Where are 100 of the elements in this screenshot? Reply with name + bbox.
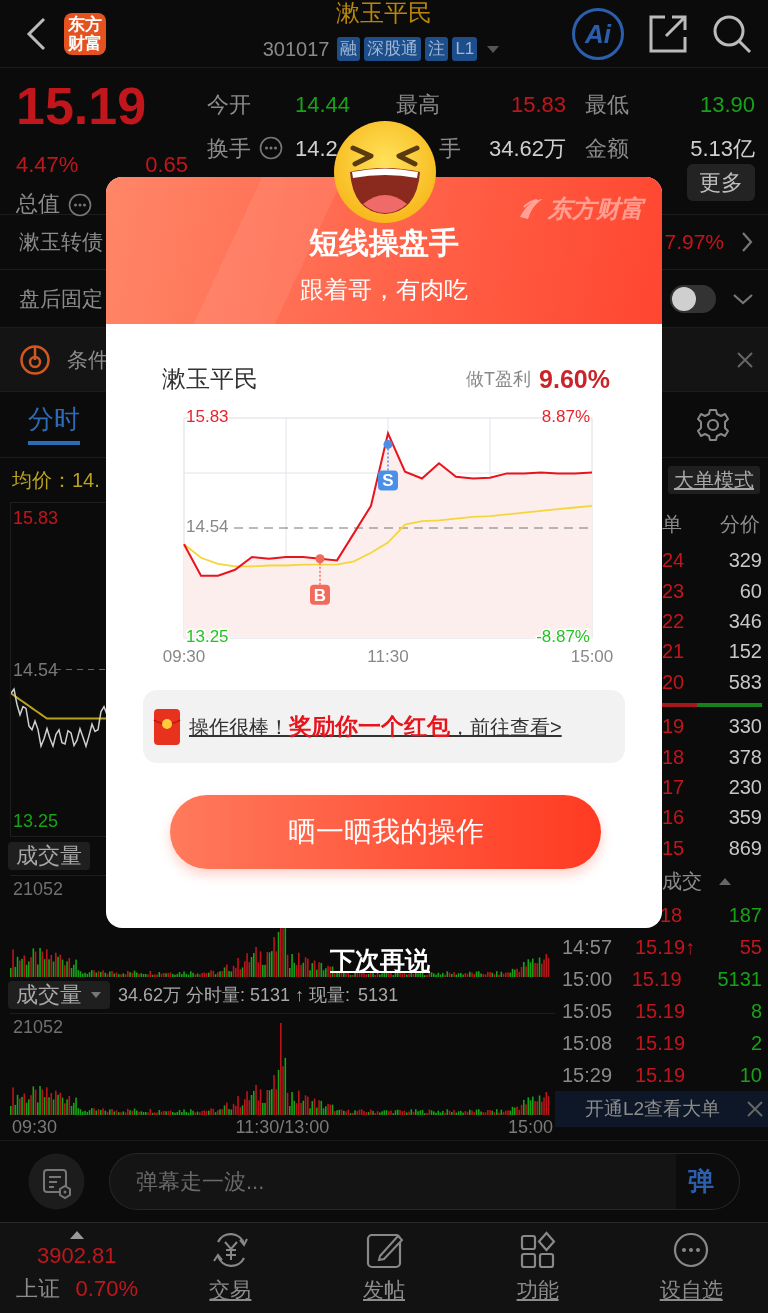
stat-label: 手 [438,134,461,163]
stock-code: 301017 [262,37,330,62]
stat-value: 15.83 [510,90,566,119]
row-label: 条件 [67,346,109,373]
order-volume: 152 [728,639,762,665]
close-icon[interactable] [736,350,754,369]
axis-label: 8.87% [541,408,590,427]
last-price: 15.19 [16,78,148,134]
order-volume: 60 [739,578,762,604]
nav-item[interactable]: 交易 [209,1274,252,1306]
index-change: 0.70% [75,1275,138,1303]
mode-button[interactable]: 大单模式 [668,466,760,494]
order-price: 23 [662,578,685,604]
order-volume: 583 [728,669,762,695]
stock-tag: 融 [337,37,361,61]
column-header: 成交 [662,868,702,894]
order-volume: 329 [728,548,762,574]
change-amount: 0.65 [145,151,188,179]
chevron-down-icon[interactable] [732,291,754,306]
more-button[interactable]: 更多 [687,164,755,201]
current-volume: 5131 [358,983,399,1007]
trade-marker [378,439,398,491]
order-price: 18 [662,744,685,770]
dismiss-link[interactable]: 下次再说 [330,942,430,980]
axis-label: 15.83 [13,507,59,529]
search-icon[interactable] [712,13,752,54]
stat-value: 5.13亿 [690,134,755,163]
order-volume: 330 [728,714,762,740]
stock-name: 漱玉平民 [162,364,258,394]
axis-label: 14.54 [13,658,59,681]
column-header: 分价 [720,511,760,537]
close-icon[interactable] [746,1099,764,1118]
index-value: 3902.81 [37,1242,117,1270]
row-label[interactable]: 盘后固定 [19,282,103,315]
order-price: 22 [662,608,685,634]
time-label: 09:30 [12,1116,58,1139]
indicator-dropdown[interactable]: 成交量 [8,981,110,1009]
stock-name: 漱玉平民 [335,0,433,26]
trade-time: 15:29 [562,1062,614,1088]
ellipsis-icon[interactable] [259,136,283,160]
trade-price: 15.19 [635,998,687,1024]
stat-value: 14.44 [295,90,351,119]
order-volume: 378 [728,744,762,770]
app-logo: 东方财富 [64,12,106,55]
order-volume: 230 [728,774,762,800]
axis-label: 13.25 [13,810,59,832]
trade-volume: 55 [739,934,762,960]
brand-name: 东方财富 [548,194,644,224]
volume-summary: 34.62万 分时量: 5131 ↑ 现量: [118,983,351,1007]
axis-label: -8.87% [536,627,590,647]
nav-item[interactable]: 功能 [516,1274,559,1306]
trade-marker [310,554,330,605]
dialog-title: 短线操盘手 [308,225,460,261]
share-button[interactable]: 晒一晒我的操作 [170,795,601,869]
axis-label: 15:00 [570,647,614,666]
stat-label: 金额 [585,134,629,163]
trade-time: 14:57 [562,934,614,960]
time-label: 15:00 [507,1116,553,1139]
axis-label: 14.54 [186,517,229,537]
row-label[interactable]: 漱玉转债 [19,226,103,258]
order-price: 20 [662,669,685,695]
danmaku-settings-icon[interactable] [28,1153,85,1210]
trade-volume: 8 [750,998,762,1024]
stock-tag: 深股通 [364,37,422,61]
settings-icon[interactable] [696,407,730,442]
share-icon[interactable] [648,13,688,54]
brand-logo-icon [518,197,544,221]
nav-item[interactable]: 发帖 [363,1274,405,1306]
order-volume: 359 [728,805,762,831]
average-price: 均价：14. [12,468,100,493]
trade-time: 15:00 [562,966,614,992]
order-price: 24 [662,548,685,574]
profit-value: 9.60% [539,364,610,395]
dialog-subtitle: 跟着哥，有肉吃 [299,275,469,305]
trade-time: 15:08 [562,1030,614,1056]
trade-time: 15:05 [562,998,614,1024]
nav-item[interactable]: 设自选 [659,1274,723,1306]
envelope-icon [153,707,181,746]
trade-price: 15.19 [635,1030,687,1056]
stock-tag: 注 [425,37,449,61]
trade-volume: 10 [739,1062,762,1088]
ai-button[interactable]: Ai [572,7,624,60]
toggle-switch[interactable] [670,284,716,313]
back-icon[interactable] [24,15,48,52]
order-volume: 346 [728,608,762,634]
axis-label: 15.83 [186,408,229,427]
change-percent: 4.47% [16,151,79,179]
indicator-tab[interactable]: 成交量 [8,842,90,870]
stat-label: 最低 [585,90,629,119]
up-arrow-icon [69,1231,84,1239]
annotation: B [313,585,327,605]
ellipsis-icon[interactable] [68,193,92,218]
index-name: 上证 [15,1275,60,1303]
axis-label: 21052 [12,879,64,899]
chart-tab[interactable]: 分时 [28,403,80,446]
trade-volume: 187 [728,902,762,928]
stat-label: 今开 [207,90,251,119]
axis-label: 13.25 [186,627,229,647]
stat-label: 换手 [207,134,251,163]
chevron-right-icon[interactable] [740,230,754,254]
